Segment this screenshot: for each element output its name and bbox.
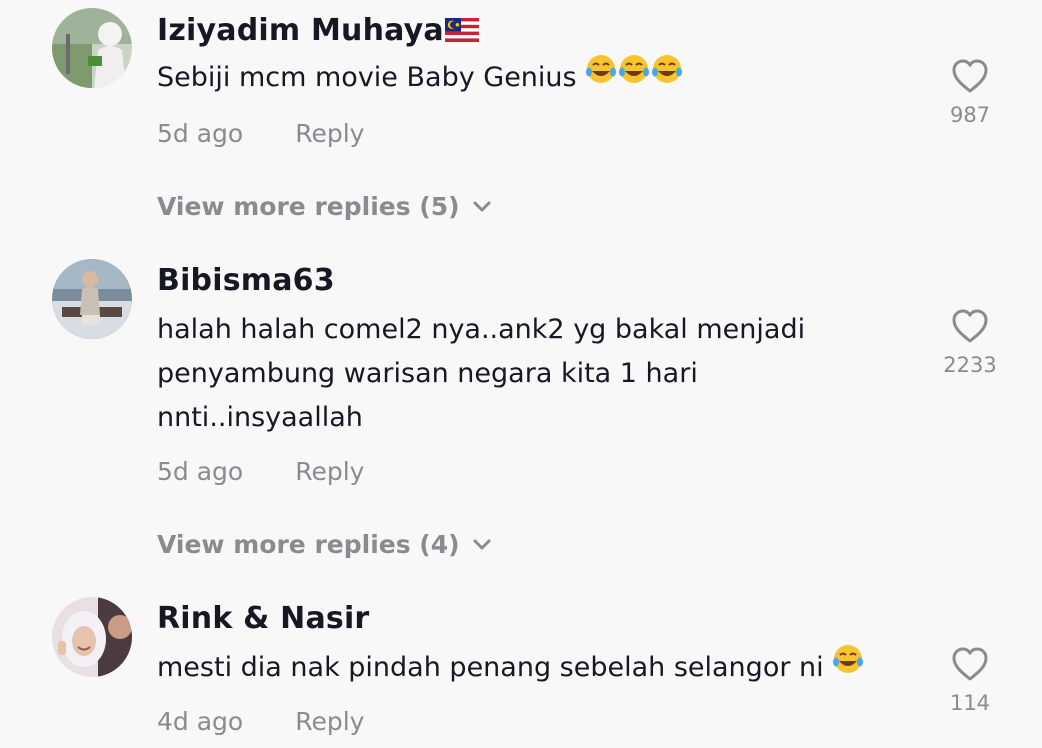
comment-meta: 4d ago Reply [157,707,364,737]
heart-outline-icon [952,647,988,681]
username[interactable]: Rink & Nasir [157,601,369,637]
like-count: 114 [949,691,991,715]
like-button[interactable]: 114 [930,646,1010,716]
comment-text-content: mesti dia nak pindah penang sebelah sela… [157,652,824,683]
reply-button[interactable]: Reply [295,707,364,736]
comment-item: Rink & Nasir mesti dia nak pindah penang… [0,0,1042,748]
avatar[interactable] [52,597,132,677]
comment-time: 4d ago [157,707,244,736]
face-with-tears-of-joy-emoji [832,643,864,689]
comment-text: mesti dia nak pindah penang sebelah sela… [157,643,877,690]
username-text: Rink & Nasir [157,601,370,636]
